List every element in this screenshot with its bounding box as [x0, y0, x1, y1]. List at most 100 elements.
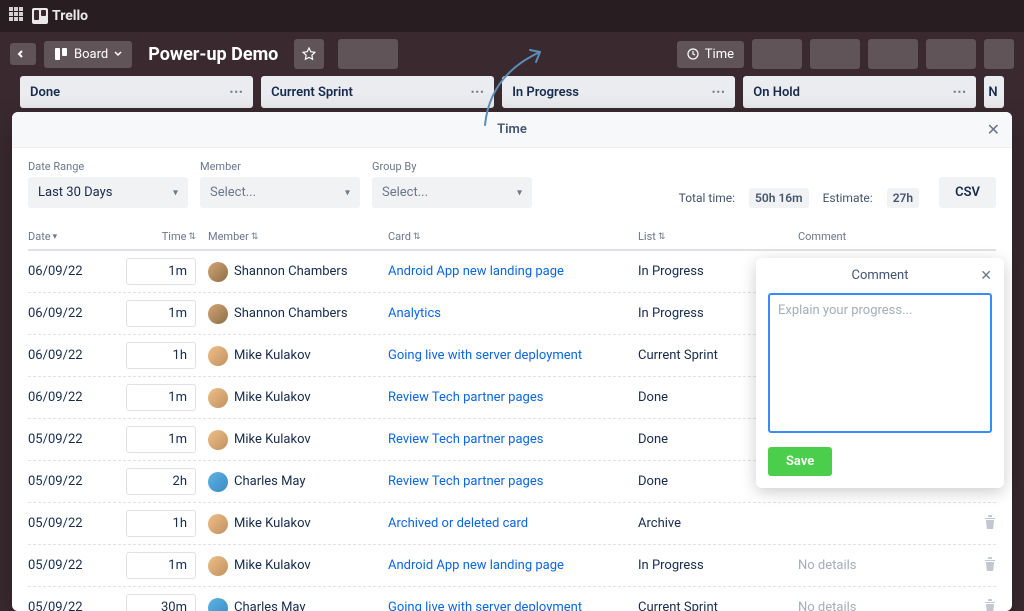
column-menu-icon[interactable]: ⋯	[711, 84, 725, 100]
cell-card-link[interactable]: Android App new landing page	[388, 558, 638, 573]
comment-textarea[interactable]	[768, 293, 992, 433]
chevron-down-icon: ▾	[173, 187, 178, 198]
header-pill-4[interactable]	[868, 39, 918, 69]
column-label: Current Sprint	[271, 85, 353, 100]
cell-member: Mike Kulakov	[208, 388, 388, 408]
cell-member: Shannon Chambers	[208, 262, 388, 282]
cell-time	[118, 468, 208, 495]
delete-row-button[interactable]	[966, 557, 996, 575]
column-next[interactable]: N	[984, 76, 1004, 108]
th-member[interactable]: Member⇅	[208, 230, 388, 243]
header-pill-1[interactable]	[338, 39, 398, 69]
popup-close-button[interactable]: ✕	[980, 268, 992, 284]
column-current-sprint[interactable]: Current Sprint ⋯	[261, 76, 494, 108]
time-input[interactable]	[126, 300, 196, 327]
delete-row-button[interactable]	[966, 515, 996, 533]
avatar	[208, 472, 228, 492]
time-input[interactable]	[126, 258, 196, 285]
time-input[interactable]	[126, 342, 196, 369]
table-header-row: Date▾ Time⇅ Member⇅ Card⇅ List⇅ Comment	[28, 224, 996, 251]
column-menu-icon[interactable]: ⋯	[470, 84, 484, 100]
th-time[interactable]: Time⇅	[118, 230, 208, 243]
trello-logo[interactable]: Trello	[32, 8, 88, 24]
time-input[interactable]	[126, 594, 196, 611]
delete-row-button[interactable]	[966, 599, 996, 611]
save-button[interactable]: Save	[768, 447, 832, 476]
cell-card-link[interactable]: Review Tech partner pages	[388, 474, 638, 489]
table-row: 05/09/22 Charles MayGoing live with serve…	[28, 587, 996, 611]
filter-label: Member	[200, 160, 360, 173]
estimate-value: 27h	[887, 188, 919, 208]
header-pill-2[interactable]	[752, 39, 802, 69]
estimate-label: Estimate:	[823, 191, 873, 205]
cell-member: Mike Kulakov	[208, 430, 388, 450]
cell-comment[interactable]: No details	[798, 558, 966, 573]
column-label: On Hold	[753, 85, 800, 100]
apps-icon[interactable]	[8, 6, 24, 26]
cell-member: Mike Kulakov	[208, 514, 388, 534]
time-powerup-button[interactable]: Time	[677, 41, 744, 68]
board-header: Board Power-up Demo Time	[0, 32, 1024, 76]
cell-card-link[interactable]: Android App new landing page	[388, 264, 638, 279]
member-name: Shannon Chambers	[234, 264, 348, 279]
cell-card-link[interactable]: Going live with server deployment	[388, 348, 638, 363]
cell-time	[118, 384, 208, 411]
popup-header: Comment ✕	[768, 268, 992, 293]
cell-card-link[interactable]: Going live with server deployment	[388, 600, 638, 611]
member-name: Mike Kulakov	[234, 432, 311, 447]
cell-time	[118, 426, 208, 453]
header-pill-5[interactable]	[926, 39, 976, 69]
date-range-select[interactable]: Last 30 Days ▾	[28, 177, 188, 208]
cell-card-link[interactable]: Review Tech partner pages	[388, 390, 638, 405]
back-button[interactable]	[10, 43, 36, 65]
time-input[interactable]	[126, 510, 196, 537]
trello-header: Trello	[0, 0, 1024, 32]
th-list[interactable]: List⇅	[638, 230, 798, 243]
totals: Total time: 50h 16m Estimate: 27h	[679, 188, 919, 208]
cell-card-link[interactable]: Analytics	[388, 306, 638, 321]
th-card[interactable]: Card⇅	[388, 230, 638, 243]
sort-desc-icon: ▾	[53, 232, 58, 242]
cell-list: In Progress	[638, 558, 798, 573]
csv-export-button[interactable]: CSV	[939, 177, 996, 208]
filter-label: Group By	[372, 160, 532, 173]
cell-card-link[interactable]: Review Tech partner pages	[388, 432, 638, 447]
member-select[interactable]: Select... ▾	[200, 177, 360, 208]
column-menu-icon[interactable]: ⋯	[229, 84, 243, 100]
cell-time	[118, 594, 208, 611]
group-by-select[interactable]: Select... ▾	[372, 177, 532, 208]
board-title[interactable]: Power-up Demo	[140, 44, 286, 65]
board-view-label: Board	[74, 47, 108, 62]
star-button[interactable]	[294, 39, 324, 69]
cell-member: Charles May	[208, 598, 388, 611]
table-row: 05/09/22Mike KulakovAndroid App new land…	[28, 545, 996, 587]
time-input[interactable]	[126, 552, 196, 579]
member-name: Shannon Chambers	[234, 306, 348, 321]
date-range-filter: Date Range Last 30 Days ▾	[28, 160, 188, 208]
chevron-down-icon	[114, 50, 122, 58]
filter-label: Date Range	[28, 160, 188, 173]
cell-comment[interactable]: No details	[798, 600, 966, 611]
th-date[interactable]: Date▾	[28, 230, 118, 243]
column-label: Done	[30, 85, 60, 100]
column-on-hold[interactable]: On Hold ⋯	[743, 76, 976, 108]
time-btn-label: Time	[705, 47, 734, 62]
time-input[interactable]	[126, 384, 196, 411]
time-input[interactable]	[126, 468, 196, 495]
header-pill-6[interactable]	[984, 39, 1014, 69]
cell-card-link[interactable]: Archived or deleted card	[388, 516, 638, 531]
board-view-button[interactable]: Board	[44, 41, 132, 68]
column-in-progress[interactable]: In Progress⋯	[502, 76, 735, 108]
modal-close-button[interactable]: ✕	[987, 120, 1000, 139]
cell-time	[118, 300, 208, 327]
member-filter: Member Select... ▾	[200, 160, 360, 208]
column-menu-icon[interactable]: ⋯	[952, 84, 966, 100]
header-pill-3[interactable]	[810, 39, 860, 69]
popup-title: Comment	[851, 268, 908, 283]
avatar	[208, 388, 228, 408]
time-input[interactable]	[126, 426, 196, 453]
chevron-down-icon: ▾	[517, 187, 522, 198]
cell-date: 05/09/22	[28, 600, 118, 611]
column-done[interactable]: Done ⋯	[20, 76, 253, 108]
modal-title: Time	[497, 122, 527, 137]
